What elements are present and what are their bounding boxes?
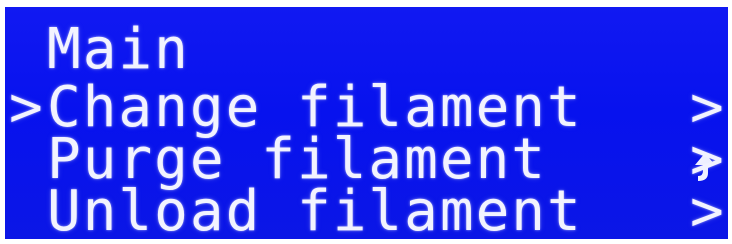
menu-item-unload-filament[interactable]: Unload filament >: [5, 179, 728, 240]
selection-cursor: >: [9, 75, 45, 140]
lcd-screen: Main > Change filament > Purge filament …: [5, 7, 728, 239]
menu-item-label: Unload filament: [47, 179, 583, 240]
back-arrow-icon[interactable]: [692, 35, 718, 181]
menu-title: Main: [47, 17, 190, 82]
chevron-right-icon: >: [690, 179, 726, 240]
menu-header: Main: [5, 17, 728, 181]
